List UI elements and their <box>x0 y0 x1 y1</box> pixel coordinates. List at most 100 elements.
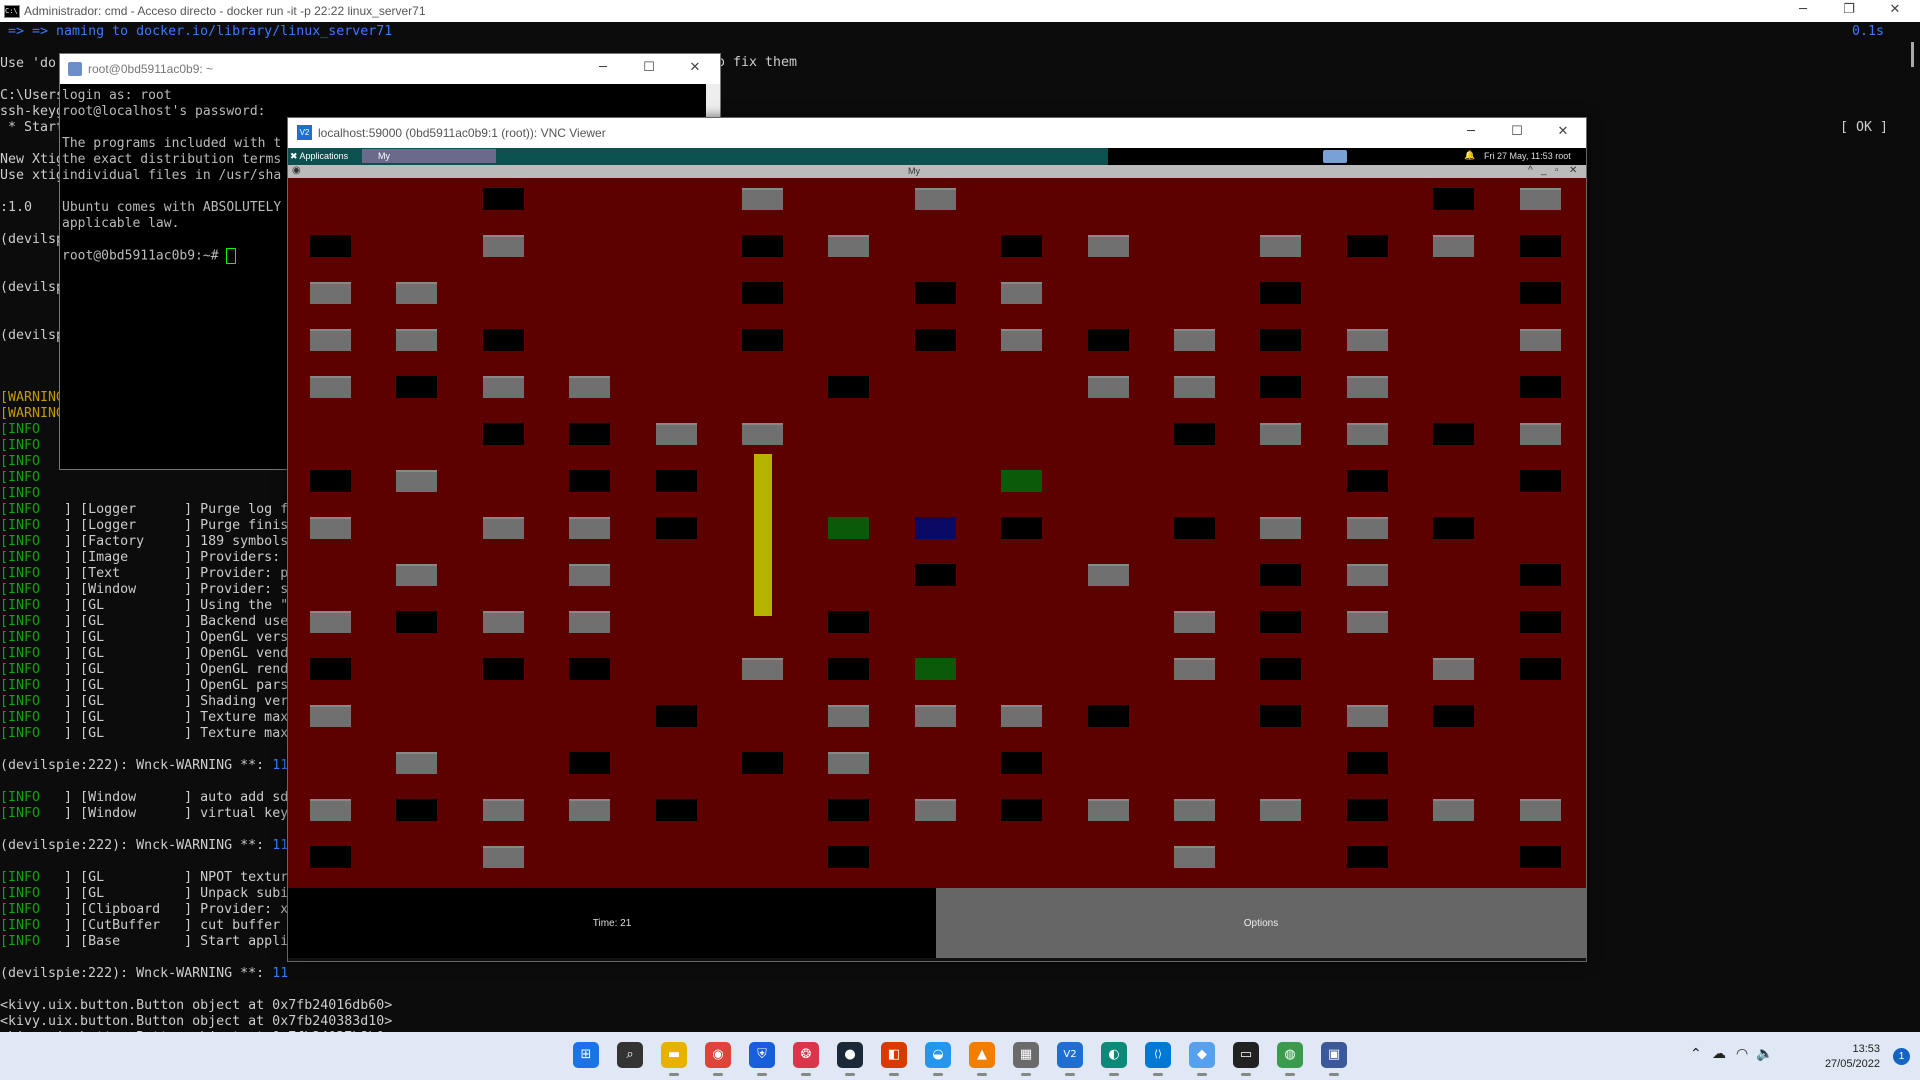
gray-tile[interactable] <box>483 376 524 398</box>
gray-tile[interactable] <box>1520 423 1561 445</box>
gray-tile[interactable] <box>656 423 697 445</box>
green-tile[interactable] <box>915 658 956 680</box>
gray-tile[interactable] <box>1088 564 1129 586</box>
gray-tile[interactable] <box>1001 705 1042 727</box>
black-tile[interactable] <box>1260 611 1301 633</box>
gray-tile[interactable] <box>1001 282 1042 304</box>
notification-badge[interactable]: 1 <box>1893 1048 1910 1065</box>
chevron-up-icon[interactable]: ⌃ <box>1690 1046 1702 1062</box>
gray-tile[interactable] <box>1347 423 1388 445</box>
black-tile[interactable] <box>828 846 869 868</box>
green-tile[interactable] <box>828 517 869 539</box>
black-tile[interactable] <box>569 752 610 774</box>
minimize-icon[interactable]: _ <box>1541 165 1547 176</box>
gray-tile[interactable] <box>310 517 351 539</box>
vnc-viewer-window[interactable]: V2 localhost:59000 (0bd5911ac0b9:1 (root… <box>287 117 1587 962</box>
gray-tile[interactable] <box>1347 376 1388 398</box>
black-tile[interactable] <box>742 235 783 257</box>
gray-tile[interactable] <box>483 799 524 821</box>
gray-tile[interactable] <box>828 752 869 774</box>
gray-tile[interactable] <box>1088 799 1129 821</box>
pocket-icon[interactable]: ❂ <box>793 1042 819 1076</box>
applications-menu[interactable]: ✖ Applications <box>290 151 348 162</box>
gray-tile[interactable] <box>742 658 783 680</box>
black-tile[interactable] <box>1347 235 1388 257</box>
gray-tile[interactable] <box>569 376 610 398</box>
gray-tile[interactable] <box>569 799 610 821</box>
gray-tile[interactable] <box>1433 235 1474 257</box>
gray-tile[interactable] <box>1520 329 1561 351</box>
volume-icon[interactable]: 🔈 <box>1756 1046 1773 1062</box>
black-tile[interactable] <box>1347 470 1388 492</box>
docker-icon[interactable]: ◒ <box>925 1042 951 1076</box>
black-tile[interactable] <box>656 799 697 821</box>
gray-tile[interactable] <box>483 517 524 539</box>
edge-icon[interactable]: ◐ <box>1101 1042 1127 1076</box>
gray-tile[interactable] <box>1174 846 1215 868</box>
black-tile[interactable] <box>1520 846 1561 868</box>
gray-tile[interactable] <box>310 611 351 633</box>
black-tile[interactable] <box>1260 282 1301 304</box>
gray-tile[interactable] <box>569 611 610 633</box>
calculator-icon[interactable]: ▦ <box>1013 1042 1039 1076</box>
gray-tile[interactable] <box>483 235 524 257</box>
scrollbar-thumb[interactable] <box>1911 42 1914 67</box>
gray-tile[interactable] <box>1347 611 1388 633</box>
black-tile[interactable] <box>656 470 697 492</box>
gray-tile[interactable] <box>1174 611 1215 633</box>
black-tile[interactable] <box>310 235 351 257</box>
taskbar-window-my[interactable]: My <box>362 149 496 163</box>
gray-tile[interactable] <box>396 470 437 492</box>
gray-tile[interactable] <box>1520 799 1561 821</box>
gray-tile[interactable] <box>915 799 956 821</box>
file-explorer-icon[interactable]: ▬ <box>661 1042 687 1076</box>
gray-tile[interactable] <box>1260 799 1301 821</box>
black-tile[interactable] <box>1520 282 1561 304</box>
gray-tile[interactable] <box>1260 235 1301 257</box>
vnc-titlebar[interactable]: V2 localhost:59000 (0bd5911ac0b9:1 (root… <box>288 118 1586 148</box>
black-tile[interactable] <box>1520 235 1561 257</box>
close-icon[interactable]: ✕ <box>672 58 718 80</box>
black-tile[interactable] <box>1520 658 1561 680</box>
black-tile[interactable] <box>1001 799 1042 821</box>
black-tile[interactable] <box>1433 423 1474 445</box>
minimize-icon[interactable]: ─ <box>1448 122 1494 144</box>
game-board[interactable] <box>288 178 1586 888</box>
search-icon[interactable]: ⌕ <box>617 1042 643 1068</box>
bitwarden-icon[interactable]: ⛨ <box>749 1042 775 1076</box>
black-tile[interactable] <box>915 564 956 586</box>
black-tile[interactable] <box>396 799 437 821</box>
black-tile[interactable] <box>828 799 869 821</box>
gray-tile[interactable] <box>310 799 351 821</box>
black-tile[interactable] <box>569 423 610 445</box>
onedrive-icon[interactable]: ☁ <box>1712 1046 1726 1062</box>
black-tile[interactable] <box>742 329 783 351</box>
black-tile[interactable] <box>483 188 524 210</box>
panel-applet[interactable] <box>1323 150 1347 163</box>
gray-tile[interactable] <box>742 188 783 210</box>
black-tile[interactable] <box>483 658 524 680</box>
gray-tile[interactable] <box>915 705 956 727</box>
black-tile[interactable] <box>483 329 524 351</box>
notification-bell-icon[interactable]: 🔔 <box>1464 150 1475 161</box>
gray-tile[interactable] <box>569 564 610 586</box>
minimize-icon[interactable]: ─ <box>580 58 626 80</box>
gray-tile[interactable] <box>1433 658 1474 680</box>
wifi-icon[interactable]: ◠ <box>1736 1046 1748 1062</box>
gray-tile[interactable] <box>396 752 437 774</box>
black-tile[interactable] <box>396 611 437 633</box>
black-tile[interactable] <box>828 611 869 633</box>
window-menu-icon[interactable]: ◉ <box>292 165 301 176</box>
gray-tile[interactable] <box>1088 235 1129 257</box>
black-tile[interactable] <box>1088 329 1129 351</box>
black-tile[interactable] <box>1520 564 1561 586</box>
chrome-icon[interactable]: ◉ <box>705 1042 731 1076</box>
black-tile[interactable] <box>569 470 610 492</box>
close-icon[interactable]: ✕ <box>1872 0 1918 22</box>
earth-icon[interactable]: ◍ <box>1277 1042 1303 1076</box>
black-tile[interactable] <box>1260 658 1301 680</box>
black-tile[interactable] <box>1260 329 1301 351</box>
remote-desktop-icon[interactable]: ▣ <box>1321 1042 1347 1076</box>
sourcetree-icon[interactable]: ◆ <box>1189 1042 1215 1076</box>
vnc-viewer-icon[interactable]: V2 <box>1057 1042 1083 1076</box>
